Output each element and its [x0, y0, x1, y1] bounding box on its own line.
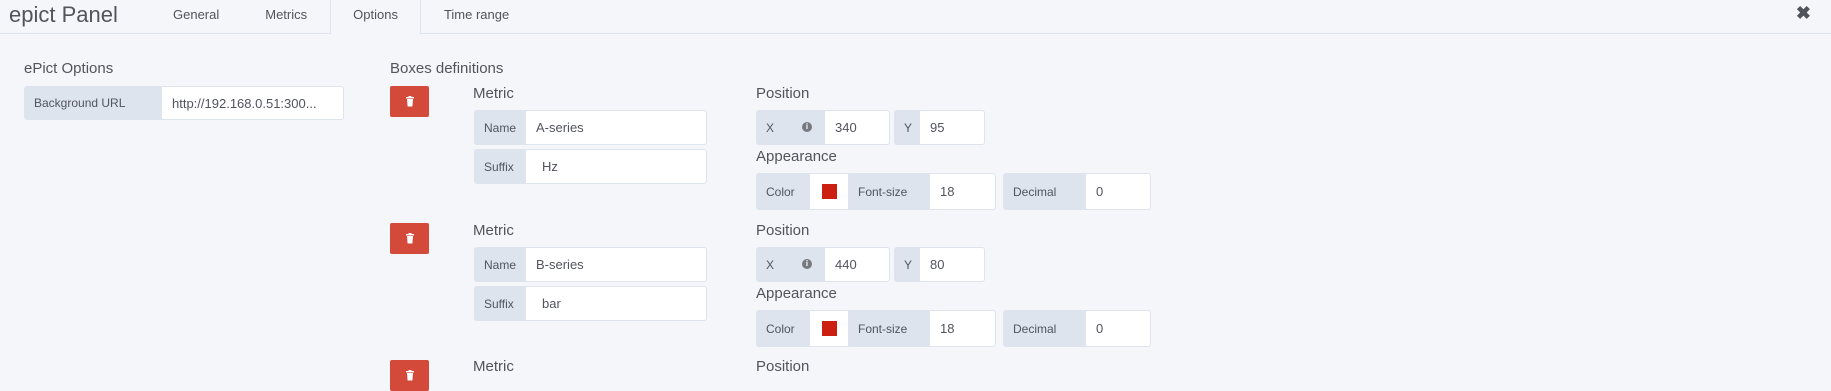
suffix-input[interactable]: Hz [525, 149, 707, 184]
font-size-input[interactable]: 18 [929, 173, 996, 210]
font-size-label: Font-size [848, 310, 930, 347]
info-icon[interactable]: i [802, 259, 812, 269]
background-url-label: Background URL [24, 86, 162, 120]
x-label: X [756, 110, 825, 145]
background-url-input[interactable]: http://192.168.0.51:300... [161, 86, 344, 120]
font-size-input[interactable]: 18 [929, 310, 996, 347]
y-input[interactable]: 95 [919, 110, 985, 145]
appearance-heading: Appearance [756, 148, 837, 165]
position-heading: Position [756, 85, 810, 102]
name-input[interactable]: B-series [525, 247, 707, 282]
tab-time-range[interactable]: Time range [421, 0, 532, 34]
boxes-definitions-title: Boxes definitions [390, 60, 504, 77]
trash-icon [405, 96, 414, 107]
tab-general[interactable]: General [150, 0, 242, 34]
position-heading: Position [756, 358, 810, 375]
close-icon[interactable]: ✖ [1796, 3, 1811, 24]
delete-box-button[interactable] [390, 223, 429, 254]
name-input[interactable]: A-series [525, 110, 707, 145]
trash-icon [405, 370, 414, 381]
name-label: Name [474, 110, 526, 145]
metric-heading: Metric [473, 358, 514, 375]
info-icon[interactable]: i [802, 122, 812, 132]
tab-bar: General Metrics Options Time range [150, 0, 532, 35]
appearance-heading: Appearance [756, 285, 837, 302]
suffix-label: Suffix [474, 149, 526, 184]
x-label: X [756, 247, 825, 282]
trash-icon [405, 233, 414, 244]
metric-heading: Metric [473, 85, 514, 102]
panel-header: epict Panel General Metrics Options Time… [0, 0, 1831, 35]
y-label: Y [894, 247, 920, 282]
color-swatch [821, 321, 837, 336]
x-input[interactable]: 340 [824, 110, 890, 145]
color-picker[interactable] [809, 173, 849, 210]
suffix-input[interactable]: bar [525, 286, 707, 321]
x-label-text: X [766, 257, 775, 272]
x-input[interactable]: 440 [824, 247, 890, 282]
tab-options[interactable]: Options [330, 0, 421, 35]
panel-title: epict Panel [9, 2, 118, 27]
decimal-input[interactable]: 0 [1085, 310, 1151, 347]
decimal-label: Decimal [1003, 310, 1086, 347]
delete-box-button[interactable] [390, 86, 429, 117]
x-label-text: X [766, 120, 775, 135]
y-label: Y [894, 110, 920, 145]
epict-options-title: ePict Options [24, 60, 114, 77]
delete-box-button[interactable] [390, 360, 429, 391]
color-swatch [821, 184, 837, 199]
color-picker[interactable] [809, 310, 849, 347]
name-label: Name [474, 247, 526, 282]
decimal-label: Decimal [1003, 173, 1086, 210]
font-size-label: Font-size [848, 173, 930, 210]
y-input[interactable]: 80 [919, 247, 985, 282]
color-label: Color [756, 310, 810, 347]
metric-heading: Metric [473, 222, 514, 239]
position-heading: Position [756, 222, 810, 239]
color-label: Color [756, 173, 810, 210]
decimal-input[interactable]: 0 [1085, 173, 1151, 210]
tab-metrics[interactable]: Metrics [242, 0, 330, 34]
suffix-label: Suffix [474, 286, 526, 321]
